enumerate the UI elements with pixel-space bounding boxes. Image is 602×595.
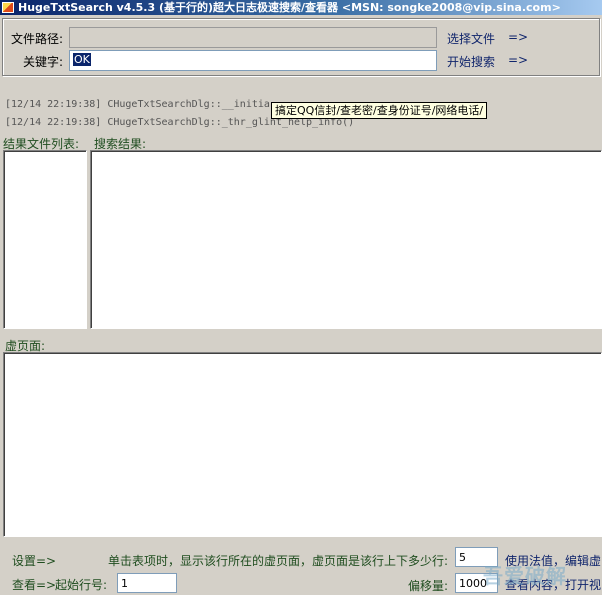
file-path-label: 文件路径: <box>11 32 64 46</box>
watermark: 吾爱破解 <box>483 564 567 588</box>
keyword-value: OK <box>73 53 91 66</box>
select-file-button[interactable]: 选择文件 <box>447 30 495 47</box>
window-title: HugeTxtSearch v4.5.3 (基于行的)超大日志极速搜索/查看器 … <box>18 1 561 14</box>
search-results-list[interactable] <box>90 150 602 329</box>
tooltip: 搞定QQ信封/查老密/查身份证号/网络电话/ <box>271 102 488 119</box>
start-search-button[interactable]: 开始搜索 <box>447 53 495 70</box>
title-bar: HugeTxtSearch v4.5.3 (基于行的)超大日志极速搜索/查看器 … <box>0 0 602 15</box>
view-label: 查看=> <box>12 578 57 592</box>
offset-label: 偏移量: <box>408 579 449 593</box>
keyword-label: 关键字: <box>23 55 64 69</box>
start-line-input[interactable] <box>117 573 177 593</box>
file-path-field[interactable] <box>69 27 437 48</box>
settings-label: 设置=> <box>12 554 57 568</box>
app-icon <box>2 2 14 13</box>
virtual-page-view[interactable] <box>3 352 602 537</box>
log-line-1: [12/14 22:19:38] CHugeTxtSearchDlg::__in… <box>5 99 270 110</box>
start-line-label: 起始行号: <box>55 578 108 592</box>
context-lines-hint: 单击表项时，显示该行所在的虚页面，虚页面是该行上下多少行: <box>108 554 449 568</box>
result-files-list[interactable] <box>3 150 87 329</box>
start-search-arrow: => <box>508 53 529 67</box>
keyword-field[interactable]: OK <box>69 50 437 71</box>
select-file-arrow: => <box>508 30 529 44</box>
